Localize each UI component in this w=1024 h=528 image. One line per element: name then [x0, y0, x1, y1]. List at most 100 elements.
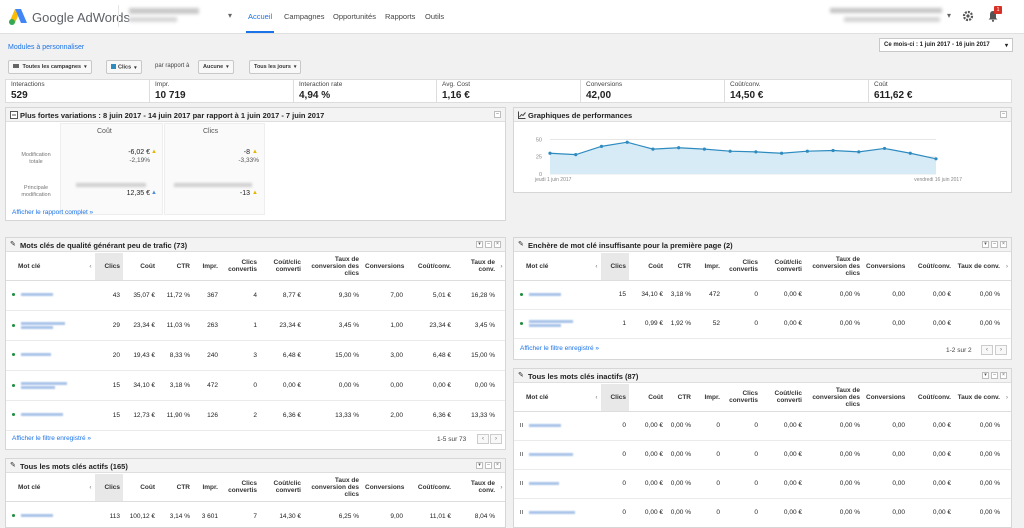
collapse-icon[interactable]: –: [1000, 111, 1007, 118]
metric-filter-button[interactable]: Clics ▾: [106, 60, 142, 74]
scroll-left-icon[interactable]: ‹: [592, 253, 601, 281]
collapse-icon[interactable]: –: [991, 372, 998, 379]
column-header-ctr[interactable]: CTR: [158, 474, 193, 502]
chevron-down-icon[interactable]: ▾: [982, 372, 989, 379]
modules-link[interactable]: Modules à personnaliser: [8, 44, 84, 51]
column-header-clics[interactable]: Clics: [601, 384, 629, 412]
keyword-cell[interactable]: [6, 400, 86, 431]
keyword-redacted[interactable]: [21, 321, 65, 330]
column-header-taux-conv[interactable]: Taux de conv.: [454, 253, 498, 281]
tab-campagnes[interactable]: Campagnes: [284, 12, 324, 21]
chevron-down-icon[interactable]: ▾: [476, 462, 483, 469]
column-header-taux-conv[interactable]: Taux de conv.: [454, 474, 498, 502]
column-header-taux-conv[interactable]: Taux de conv.: [954, 253, 1003, 281]
column-header-cout-clic-converti[interactable]: Coût/clic converti: [260, 253, 304, 281]
column-header-conversions[interactable]: Conversions: [362, 474, 406, 502]
keyword-cell[interactable]: [514, 280, 592, 310]
scroll-left-icon[interactable]: ‹: [592, 384, 601, 412]
column-header-cout-clic-converti[interactable]: Coût/clic converti: [761, 253, 805, 281]
column-header-clics[interactable]: Clics: [601, 253, 629, 281]
table-row[interactable]: 29 23,34 €11,03 % 263 1 23,34 €3,45 % 1,00 23,…: [6, 310, 505, 341]
column-header-impr[interactable]: Impr.: [694, 253, 723, 281]
campaigns-filter-button[interactable]: Toutes les campagnes ▾: [8, 60, 92, 74]
previous-page-button[interactable]: ‹: [981, 345, 993, 355]
account-selector[interactable]: ▾: [118, 5, 242, 27]
close-icon[interactable]: ×: [494, 241, 501, 248]
column-header-keyword[interactable]: Mot clé: [6, 474, 86, 502]
user-account-redacted[interactable]: [830, 8, 942, 13]
previous-page-button[interactable]: ‹: [477, 434, 489, 444]
table-row[interactable]: 15 34,10 €3,18 % 472 0 0,00 €0,00 % 0,00 0,00 …: [514, 280, 1011, 310]
keyword-redacted[interactable]: [529, 319, 573, 328]
saved-filter-link[interactable]: Afficher le filtre enregistré »: [520, 345, 599, 352]
keyword-cell[interactable]: [514, 469, 592, 499]
column-header-ctr[interactable]: CTR: [666, 384, 694, 412]
column-header-clics-convertis[interactable]: Clics convertis: [723, 253, 761, 281]
close-icon[interactable]: ×: [1000, 372, 1007, 379]
column-header-cout[interactable]: Coût: [123, 253, 158, 281]
table-row[interactable]: 15 12,73 €11,90 % 126 2 6,36 €13,33 % 2,00 6,3…: [6, 400, 505, 431]
keyword-cell[interactable]: [6, 340, 86, 371]
keyword-cell[interactable]: [6, 501, 86, 527]
column-header-cout[interactable]: Coût: [123, 474, 158, 502]
column-header-cout-conv[interactable]: Coût/conv.: [908, 253, 954, 281]
table-row[interactable]: 1 0,99 €1,92 % 52 0 0,00 €0,00 % 0,00 0,00 €0,…: [514, 309, 1011, 339]
column-header-taux-conv-clics[interactable]: Taux de conversion des clics: [805, 253, 863, 281]
column-header-clics-convertis[interactable]: Clics convertis: [221, 253, 260, 281]
column-header-cout-conv[interactable]: Coût/conv.: [908, 384, 954, 412]
next-page-button[interactable]: ›: [490, 434, 502, 444]
column-header-ctr[interactable]: CTR: [158, 253, 193, 281]
chevron-down-icon[interactable]: ▾: [476, 241, 483, 248]
column-header-cout[interactable]: Coût: [629, 384, 666, 412]
column-header-taux-conv[interactable]: Taux de conv.: [954, 384, 1003, 412]
compare-button[interactable]: Aucune ▾: [198, 60, 234, 74]
column-header-taux-conv-clics[interactable]: Taux de conversion des clics: [304, 474, 362, 502]
collapse-icon[interactable]: –: [485, 462, 492, 469]
keyword-cell[interactable]: [514, 411, 592, 441]
performance-chart[interactable]: 02550jeudi 1 juin 2017 vendredi 16 juin 2…: [514, 123, 1011, 193]
table-row[interactable]: 20 19,43 €8,33 % 240 3 6,48 €15,00 % 3,00 6,48…: [6, 340, 505, 371]
close-icon[interactable]: ×: [1000, 241, 1007, 248]
metric-interactions[interactable]: Interactions 529: [6, 80, 150, 102]
metric-cost-per-conversion[interactable]: Coût/conv. 14,50 €: [725, 80, 869, 102]
metric-impressions[interactable]: Impr. 10 719: [150, 80, 294, 102]
column-header-cout[interactable]: Coût: [629, 253, 666, 281]
table-row[interactable]: 113 100,12 €3,14 % 3 601 7 14,30 €6,25 % 9,00…: [6, 501, 505, 527]
column-header-taux-conv-clics[interactable]: Taux de conversion des clics: [304, 253, 362, 281]
next-page-button[interactable]: ›: [995, 345, 1007, 355]
close-icon[interactable]: ×: [494, 462, 501, 469]
column-header-cout-conv[interactable]: Coût/conv.: [406, 253, 454, 281]
metric-avg-cost[interactable]: Avg. Cost 1,16 €: [437, 80, 581, 102]
metric-cost[interactable]: Coût 611,62 €: [869, 80, 1011, 102]
column-header-clics-convertis[interactable]: Clics convertis: [221, 474, 260, 502]
keyword-cell[interactable]: [6, 310, 86, 341]
saved-filter-link[interactable]: Afficher le filtre enregistré »: [12, 435, 91, 442]
collapse-icon[interactable]: –: [991, 241, 998, 248]
column-header-keyword[interactable]: Mot clé: [6, 253, 86, 281]
column-header-keyword[interactable]: Mot clé: [514, 253, 592, 281]
column-header-clics[interactable]: Clics: [95, 474, 123, 502]
keyword-redacted[interactable]: [21, 513, 53, 518]
full-report-link[interactable]: Afficher le rapport complet »: [12, 209, 93, 216]
column-header-cout-clic-converti[interactable]: Coût/clic converti: [260, 474, 304, 502]
caret-down-icon[interactable]: ▾: [947, 11, 951, 20]
scroll-right-icon[interactable]: ›: [498, 253, 505, 281]
column-header-impr[interactable]: Impr.: [694, 384, 723, 412]
scroll-left-icon[interactable]: ‹: [86, 474, 95, 502]
keyword-redacted[interactable]: [21, 381, 67, 390]
column-header-impr[interactable]: Impr.: [193, 253, 221, 281]
gear-icon[interactable]: [962, 10, 974, 22]
scroll-right-icon[interactable]: ›: [498, 474, 505, 502]
adwords-logo-icon[interactable]: [8, 7, 28, 27]
table-row[interactable]: 43 35,07 €11,72 % 367 4 8,77 €9,30 % 7,00 5,01…: [6, 280, 505, 311]
column-header-keyword[interactable]: Mot clé: [514, 384, 592, 412]
column-header-cout-conv[interactable]: Coût/conv.: [406, 474, 454, 502]
column-header-conversions[interactable]: Conversions: [863, 384, 908, 412]
keyword-cell[interactable]: [514, 440, 592, 470]
metric-interaction-rate[interactable]: Interaction rate 4,94 %: [294, 80, 437, 102]
collapse-icon[interactable]: –: [494, 111, 501, 118]
keyword-cell[interactable]: [514, 309, 592, 339]
column-header-cout-clic-converti[interactable]: Coût/clic converti: [761, 384, 805, 412]
keyword-redacted[interactable]: [21, 352, 51, 357]
scroll-right-icon[interactable]: ›: [1003, 253, 1011, 281]
